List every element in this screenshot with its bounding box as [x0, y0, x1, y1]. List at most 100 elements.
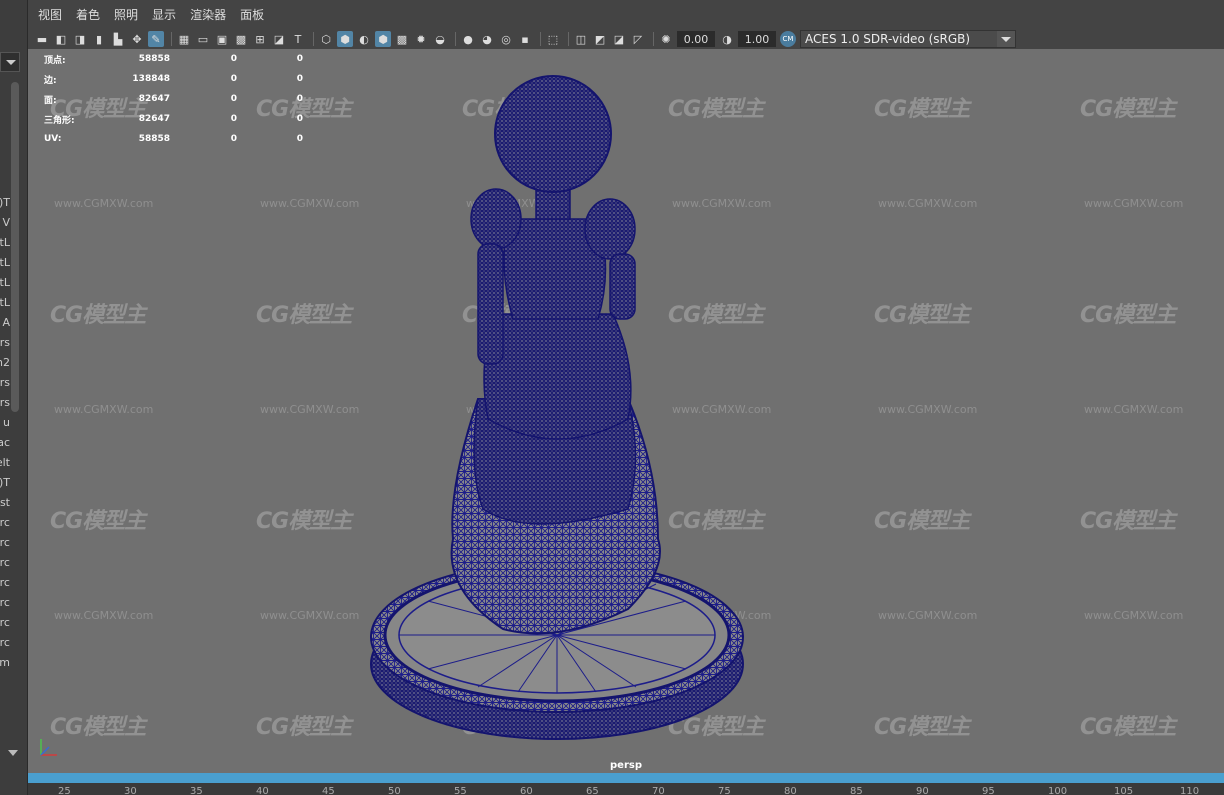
outliner-item[interactable]: rs [0, 396, 10, 409]
chevron-down-icon[interactable] [997, 31, 1015, 47]
menu-panels[interactable]: 面板 [240, 6, 264, 23]
watermark-logo: CG模型主 [50, 303, 146, 328]
outliner-item[interactable]: u [0, 416, 10, 429]
outliner-item[interactable]: A [0, 316, 10, 329]
menu-show[interactable]: 显示 [152, 6, 176, 23]
ruler-tick-label: 70 [652, 786, 665, 795]
textured-icon[interactable]: ▩ [394, 31, 410, 47]
wireframe-icon[interactable]: ⬡ [318, 31, 334, 47]
outliner-item[interactable]: T( [0, 196, 10, 209]
hud-value: 0 [230, 114, 237, 124]
menu-lighting[interactable]: 照明 [114, 6, 138, 23]
outliner-item[interactable]: tL [0, 276, 10, 289]
watermark-logo: CG模型主 [1080, 509, 1176, 534]
watermark-url: www.CGMXW.com [1084, 197, 1184, 210]
hud-label: UV: [44, 134, 62, 144]
color-management-icon[interactable]: CM [780, 31, 796, 47]
hud-value: 58858 [138, 134, 170, 144]
screen-space-ao-icon[interactable]: ● [460, 31, 476, 47]
gamma-field[interactable]: 1.00 [738, 31, 776, 47]
view-axis-icon [40, 739, 57, 756]
2d-pan-icon[interactable]: ✥ [129, 31, 145, 47]
image-plane-icon[interactable]: ▙ [110, 31, 126, 47]
ruler-tick-label: 30 [124, 786, 137, 795]
outliner-item[interactable]: rc [0, 616, 10, 629]
ruler-tick-label: 80 [784, 786, 797, 795]
safe-title-icon[interactable]: T [290, 31, 306, 47]
outliner-item[interactable]: T( [0, 476, 10, 489]
outliner-item[interactable]: rs [0, 376, 10, 389]
outliner-dropdown[interactable] [0, 52, 20, 72]
wireframe-model [370, 75, 744, 740]
bookmark-icon[interactable]: ▮ [91, 31, 107, 47]
gamma-icon[interactable]: ◑ [719, 31, 735, 47]
time-slider-bar[interactable] [28, 773, 1224, 783]
hud-label: 面: [44, 95, 57, 106]
outliner-item[interactable]: tL [0, 236, 10, 249]
xray-active-icon[interactable]: ◩ [592, 31, 608, 47]
time-ruler[interactable]: 25 30 35 40 45 50 55 60 65 70 75 80 85 90 95 100 105 110 [28, 783, 1224, 795]
outliner-item[interactable]: st [0, 496, 10, 509]
camera-attr-icon[interactable]: ◧ [53, 31, 69, 47]
ruler-tick-label: 65 [586, 786, 599, 795]
outliner-item[interactable]: V [0, 216, 10, 229]
menu-renderer[interactable]: 渲染器 [190, 6, 226, 23]
view-transform-select[interactable]: ACES 1.0 SDR-video (sRGB) [800, 30, 1016, 48]
outliner-item[interactable]: m [0, 656, 10, 669]
outliner-item[interactable]: rc [0, 516, 10, 529]
outliner-item[interactable]: rc [0, 636, 10, 649]
outliner-scrollbar[interactable] [11, 82, 19, 412]
watermark-url: www.CGMXW.com [1084, 609, 1184, 622]
outliner-panel: T( VtL tL tL tL Ars n2 rs rs u ac elt T( st rc rc rc rc rc… [0, 0, 28, 795]
ruler-tick-label: 100 [1048, 786, 1068, 795]
isolate-select-icon[interactable]: ⬚ [545, 31, 561, 47]
ruler-tick-label: 110 [1180, 786, 1200, 795]
outliner-item[interactable]: n2 [0, 356, 10, 369]
anti-aliasing-icon[interactable]: ◎ [498, 31, 514, 47]
use-all-lights-icon[interactable]: ✹ [413, 31, 429, 47]
outliner-item[interactable]: rc [0, 576, 10, 589]
depth-of-field-icon[interactable]: ▪ [517, 31, 533, 47]
outliner-item[interactable]: tL [0, 296, 10, 309]
panel-menu-bar: 视图 着色 照明 显示 渲染器 面板 [28, 0, 1224, 29]
bookmark-camera-icon[interactable]: ◨ [72, 31, 88, 47]
backface-culling-icon[interactable]: ◸ [630, 31, 646, 47]
shadows-icon[interactable]: ◒ [432, 31, 448, 47]
outliner-item[interactable]: tL [0, 256, 10, 269]
menu-shading[interactable]: 着色 [76, 6, 100, 23]
hud-value: 82647 [138, 114, 170, 124]
ruler-tick-label: 85 [850, 786, 863, 795]
field-chart-icon[interactable]: ⊞ [252, 31, 268, 47]
motion-blur-icon[interactable]: ◕ [479, 31, 495, 47]
outliner-item[interactable]: rs [0, 336, 10, 349]
smooth-shade-icon[interactable]: ⬢ [337, 31, 353, 47]
toolbar-separator [568, 32, 569, 46]
menu-view[interactable]: 视图 [38, 6, 62, 23]
xray-joints-icon[interactable]: ◪ [611, 31, 627, 47]
outliner-item[interactable]: ac [0, 436, 10, 449]
gate-mask-icon[interactable]: ▩ [233, 31, 249, 47]
exposure-icon[interactable]: ✺ [658, 31, 674, 47]
exposure-field[interactable]: 0.00 [677, 31, 715, 47]
hud-value: 0 [230, 134, 237, 144]
viewport-persp[interactable]: CG模型主 CG模型主 CG模型主 CG模型主 CG模型主 CG模型主 CG模型主 CG模型主… [28, 49, 1224, 773]
bustle [483, 313, 632, 440]
grease-pencil-icon[interactable]: ✎ [148, 31, 164, 47]
left-arm [477, 243, 504, 365]
shaded-wireframe-icon[interactable]: ◐ [356, 31, 372, 47]
resolution-gate-icon[interactable]: ▣ [214, 31, 230, 47]
film-gate-icon[interactable]: ▭ [195, 31, 211, 47]
wireframe-on-shaded-icon[interactable]: ⬢ [375, 31, 391, 47]
grid-icon[interactable]: ▦ [176, 31, 192, 47]
hud-row: 三角形: 82647 0 0 [44, 109, 303, 129]
watermark-url: www.CGMXW.com [54, 197, 154, 210]
camera-icon[interactable]: ▬ [34, 31, 50, 47]
scroll-down-icon[interactable] [8, 750, 18, 756]
safe-action-icon[interactable]: ◪ [271, 31, 287, 47]
outliner-item[interactable]: rc [0, 596, 10, 609]
outliner-item[interactable]: elt [0, 456, 10, 469]
xray-icon[interactable]: ◫ [573, 31, 589, 47]
outliner-item[interactable]: rc [0, 556, 10, 569]
outliner-item[interactable]: rc [0, 536, 10, 549]
ruler-tick-label: 90 [916, 786, 929, 795]
